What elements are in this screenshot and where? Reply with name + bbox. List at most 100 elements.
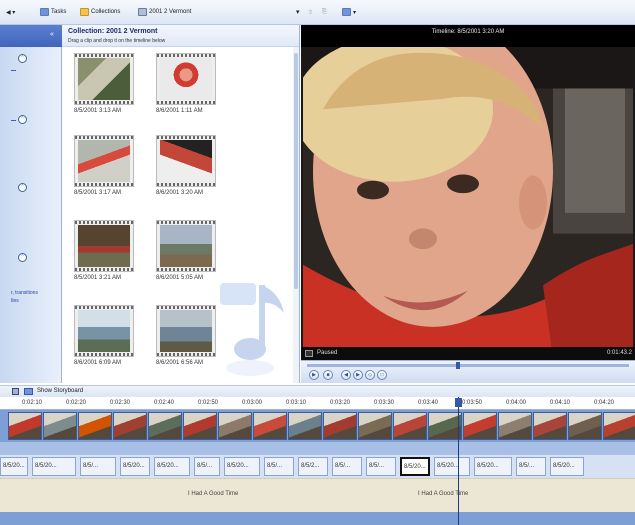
- playhead[interactable]: [458, 397, 459, 525]
- split-button[interactable]: ◇: [365, 370, 375, 380]
- music-note-watermark-icon: [220, 283, 284, 376]
- ruler-tick: 0:03:00: [242, 400, 263, 406]
- video-clip-thumbnail[interactable]: [358, 412, 392, 440]
- task-pane-header: «: [0, 25, 62, 47]
- paste-button[interactable]: ⎘: [322, 6, 327, 18]
- video-clip-thumbnail[interactable]: [113, 412, 147, 440]
- expand-icon[interactable]: ⌃: [18, 183, 27, 192]
- clip-item[interactable]: 8/6/2001 1:11 AM: [156, 53, 216, 114]
- timeline-ruler[interactable]: 0:02:10 0:02:20 0:02:30 0:02:40 0:02:50 0:03:…: [0, 397, 635, 410]
- folder-icon: [80, 8, 89, 16]
- video-clip-thumbnail[interactable]: [183, 412, 217, 440]
- video-clip-thumbnail[interactable]: [393, 412, 427, 440]
- back-button[interactable]: ◀ ▾: [6, 6, 15, 18]
- clip-label-track[interactable]: 8/5/20... 8/5/20... 8/5/... 8/5/20... 8/5/20…: [0, 455, 635, 478]
- timeline-clip-label[interactable]: 8/5/20...: [0, 457, 28, 476]
- timeline-clip-label[interactable]: 8/5/...: [264, 457, 294, 476]
- clip-item[interactable]: 8/6/2001 6:56 AM: [156, 305, 216, 366]
- clip-item[interactable]: 8/6/2001 6:09 AM: [74, 305, 134, 366]
- show-storyboard-button[interactable]: Show Storyboard: [37, 388, 83, 394]
- timeline-clip-label[interactable]: 8/5/...: [366, 457, 396, 476]
- video-clip-thumbnail[interactable]: [603, 412, 635, 440]
- stop-button[interactable]: ■: [323, 370, 333, 380]
- task-link-titles[interactable]: tles: [11, 298, 19, 305]
- ruler-tick: 0:03:50: [462, 400, 483, 406]
- video-clip-thumbnail[interactable]: [288, 412, 322, 440]
- clip-thumbnail: [74, 305, 134, 357]
- expand-icon[interactable]: ⌃: [18, 253, 27, 262]
- seek-bar[interactable]: [307, 362, 629, 369]
- clip-item[interactable]: 8/5/2001 3:21 AM: [74, 220, 134, 281]
- title-overlay-track[interactable]: [0, 512, 635, 525]
- timeline-clip-label[interactable]: 8/5/...: [194, 457, 220, 476]
- timeline-clip-label[interactable]: 8/5/20...: [32, 457, 76, 476]
- playhead-handle[interactable]: [455, 398, 462, 407]
- video-clip-thumbnail[interactable]: [498, 412, 532, 440]
- task-link-transitions[interactable]: r, transitions: [11, 290, 38, 297]
- collection-dropdown[interactable]: 2001 2 Vermont: [138, 6, 191, 18]
- timeline-clip-label[interactable]: 8/5/20...: [120, 457, 150, 476]
- video-clip-thumbnail[interactable]: [218, 412, 252, 440]
- dropdown-arrow-button[interactable]: ▾: [296, 6, 300, 18]
- timeline-clip-label[interactable]: 8/5/...: [332, 457, 362, 476]
- timeline-clip-label[interactable]: 8/5/20...: [224, 457, 260, 476]
- video-frame: [303, 47, 633, 358]
- video-clip-thumbnail[interactable]: [8, 412, 42, 440]
- timeline-clip-label[interactable]: 8/5/20...: [550, 457, 584, 476]
- expand-icon[interactable]: ⌃: [18, 54, 27, 63]
- tasks-icon: [40, 8, 49, 16]
- storyboard-icon[interactable]: [24, 388, 33, 395]
- timeline-clip-label[interactable]: 8/5/...: [516, 457, 546, 476]
- clip-item[interactable]: 8/6/2001 3:20 AM: [156, 135, 216, 196]
- video-clip-thumbnail[interactable]: [78, 412, 112, 440]
- scrollbar-thumb[interactable]: [294, 53, 298, 289]
- transition-track[interactable]: [0, 442, 635, 455]
- clip-item[interactable]: 8/5/2001 3:13 AM: [74, 53, 134, 114]
- collection-subtitle: Drag a clip and drop it on the timeline …: [68, 38, 166, 44]
- ruler-tick: 0:02:40: [154, 400, 175, 406]
- timeline-clip-label[interactable]: 8/5/...: [80, 457, 116, 476]
- clip-label: 8/6/2001 1:11 AM: [156, 108, 203, 114]
- views-button[interactable]: ▾: [342, 6, 356, 18]
- collections-button[interactable]: Collections: [80, 6, 120, 18]
- divider: [11, 70, 16, 71]
- toolbar: ◀ ▾ Tasks Collections 2001 2 Vermont ▾ ⇧…: [0, 0, 635, 25]
- timeline-clip-label[interactable]: 8/5/20...: [154, 457, 190, 476]
- video-clip-thumbnail[interactable]: [43, 412, 77, 440]
- clip-thumbnail: [156, 135, 216, 187]
- video-clip-thumbnail[interactable]: [428, 412, 462, 440]
- video-clip-thumbnail[interactable]: [323, 412, 357, 440]
- timeline-clip-label[interactable]: 8/5/2...: [298, 457, 328, 476]
- collection-scrollbar[interactable]: [293, 47, 299, 383]
- clip-label: 8/5/2001 3:13 AM: [74, 108, 122, 114]
- clip-item[interactable]: 8/5/2001 3:17 AM: [74, 135, 134, 196]
- ruler-tick: 0:03:40: [418, 400, 439, 406]
- collapse-icon[interactable]: «: [50, 31, 54, 38]
- timeline-clip-label[interactable]: 8/5/20...: [434, 457, 470, 476]
- video-track[interactable]: [0, 410, 635, 442]
- move-up-button[interactable]: ⇧: [308, 6, 313, 18]
- video-clip-thumbnail[interactable]: [148, 412, 182, 440]
- tasks-label: Tasks: [51, 9, 67, 15]
- video-clip-thumbnail[interactable]: [533, 412, 567, 440]
- video-clip-thumbnail[interactable]: [253, 412, 287, 440]
- next-frame-button[interactable]: ▶: [353, 370, 363, 380]
- timeline-clip-label[interactable]: 8/5/20...: [400, 457, 430, 476]
- seek-thumb[interactable]: [456, 362, 461, 369]
- video-clip-thumbnail[interactable]: [568, 412, 602, 440]
- fullscreen-button[interactable]: □: [377, 370, 387, 380]
- timeline-clip-label[interactable]: 8/5/20...: [474, 457, 512, 476]
- play-button[interactable]: ▶: [309, 370, 319, 380]
- tasks-button[interactable]: Tasks: [40, 6, 66, 18]
- audio-track[interactable]: I Had A Good Time I Had A Good Time: [0, 478, 635, 512]
- collection-dropdown-value: 2001 2 Vermont: [149, 9, 192, 15]
- video-clip-thumbnail[interactable]: [463, 412, 497, 440]
- clip-thumbnail: [74, 135, 134, 187]
- zoom-icon[interactable]: [12, 388, 19, 395]
- expand-icon[interactable]: ⌃: [18, 115, 27, 124]
- clip-item[interactable]: 8/6/2001 5:05 AM: [156, 220, 216, 281]
- monitor-status-bar: Paused 0:01:43.2: [301, 347, 635, 360]
- divider: [11, 120, 16, 121]
- previous-frame-button[interactable]: ◀: [341, 370, 351, 380]
- ruler-tick: 0:04:20: [594, 400, 615, 406]
